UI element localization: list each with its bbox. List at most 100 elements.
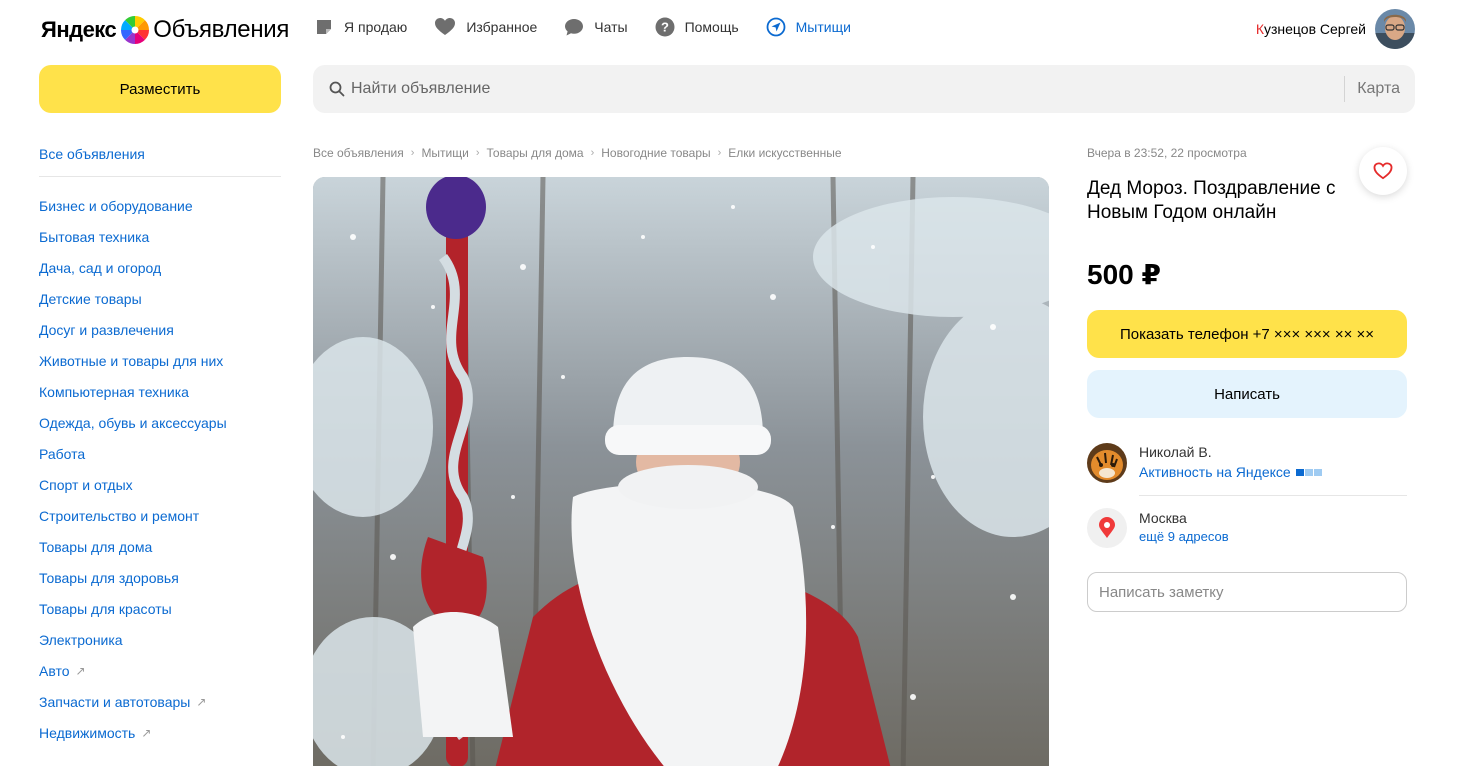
more-addresses-link[interactable]: ещё 9 адресов: [1139, 528, 1229, 546]
external-link-icon: ↗: [75, 663, 86, 678]
listing-price: 500 ₽: [1087, 259, 1161, 290]
sidebar-item-label: Компьютерная техника: [39, 383, 189, 400]
activity-bar: [1313, 468, 1322, 476]
seller-activity-link[interactable]: Активность на Яндексе: [1139, 461, 1323, 483]
sidebar-item-label: Товары для здоровья: [39, 569, 179, 586]
breadcrumb: Все объявления › Мытищи › Товары для дом…: [313, 146, 842, 160]
santa-claus-photo: [313, 177, 1049, 766]
sidebar-item[interactable]: Компьютерная техника: [39, 376, 281, 407]
seller-text: Николай В. Активность на Яндексе: [1139, 443, 1323, 495]
activity-level-icon: [1295, 468, 1323, 476]
logo-flower-icon: [121, 16, 150, 44]
user-name-rest: узнецов Сергей: [1264, 21, 1366, 37]
write-message-button[interactable]: Написать: [1087, 370, 1407, 418]
top-nav: Я продаю Избранное Чаты ? Помощь Мытищи: [314, 17, 878, 37]
nav-chats[interactable]: Чаты: [564, 17, 628, 37]
breadcrumb-item[interactable]: Мытищи: [421, 146, 468, 160]
sell-icon: [317, 20, 331, 34]
activity-bar: [1295, 468, 1304, 476]
user-avatar-image: [1375, 9, 1415, 49]
place-ad-button[interactable]: Разместить: [39, 65, 281, 113]
sidebar-item[interactable]: Дача, сад и огород: [39, 252, 281, 283]
help-icon: ?: [655, 17, 675, 37]
sidebar-item[interactable]: Бизнес и оборудование: [39, 190, 281, 221]
note-input[interactable]: [1087, 572, 1407, 612]
external-link-icon: ↗: [196, 694, 207, 709]
search-input[interactable]: [351, 65, 1345, 113]
category-list: Бизнес и оборудование Бытовая техника Да…: [39, 190, 281, 748]
sidebar-item-label: Детские товары: [39, 290, 142, 307]
heart-icon: [435, 18, 456, 35]
sidebar-item[interactable]: Электроника: [39, 624, 281, 655]
nav-favorites-label: Избранное: [466, 19, 538, 35]
sidebar-item[interactable]: Товары для здоровья: [39, 562, 281, 593]
search-divider: [1344, 76, 1346, 102]
sidebar-item-label: Досуг и развлечения: [39, 321, 174, 338]
avatar[interactable]: [1375, 9, 1415, 49]
search-icon-wrap: [313, 81, 351, 97]
sidebar-item[interactable]: Досуг и развлечения: [39, 314, 281, 345]
heart-outline-icon: [1373, 162, 1393, 180]
sidebar-item-label: Дача, сад и огород: [39, 259, 162, 276]
sidebar-item[interactable]: Работа: [39, 438, 281, 469]
sidebar-item[interactable]: Товары для дома: [39, 531, 281, 562]
sidebar-item[interactable]: Строительство и ремонт: [39, 500, 281, 531]
sidebar-item[interactable]: Бытовая техника: [39, 221, 281, 252]
sidebar-item-label: Бизнес и оборудование: [39, 197, 193, 214]
user-name-first-letter: К: [1255, 21, 1264, 37]
search-bar: Карта: [313, 65, 1415, 113]
logo[interactable]: Яндекс Объявления: [41, 14, 289, 46]
nav-chats-label: Чаты: [594, 19, 628, 35]
location-text: Москва ещё 9 адресов: [1139, 508, 1229, 548]
listing-title: Дед Мороз. Поздравление с Новым Годом он…: [1087, 178, 1336, 223]
sidebar-item[interactable]: Товары для красоты: [39, 593, 281, 624]
external-link-icon: ↗: [141, 725, 152, 740]
nav-my-sales[interactable]: Я продаю: [314, 17, 407, 37]
map-pin-icon: [1087, 508, 1127, 548]
sidebar-item-label: Товары для красоты: [39, 600, 172, 617]
sidebar-item-label: Одежда, обувь и аксессуары: [39, 414, 227, 431]
map-link[interactable]: Карта: [1357, 80, 1415, 98]
chevron-right-icon: ›: [590, 147, 595, 159]
location-city: Москва: [1139, 510, 1187, 526]
sidebar-item[interactable]: Спорт и отдых: [39, 469, 281, 500]
sidebar-item[interactable]: Запчасти и автотовары ↗: [39, 686, 281, 717]
breadcrumb-item[interactable]: Все объявления: [313, 146, 404, 160]
logo-brand: Яндекс: [41, 17, 117, 42]
sidebar-item-label: Запчасти и автотовары: [39, 693, 191, 710]
sidebar-item[interactable]: Детские товары: [39, 283, 281, 314]
header: Яндекс Объявления Я продаю Избранное Чат…: [0, 0, 1461, 60]
breadcrumb-item[interactable]: Елки искусственные: [728, 146, 841, 160]
logo-product: Объявления: [153, 16, 290, 43]
listing-photo[interactable]: [313, 177, 1049, 766]
nav-location[interactable]: Мытищи: [766, 17, 851, 37]
sidebar-item-label: Товары для дома: [39, 538, 153, 555]
seller-avatar[interactable]: [1087, 443, 1127, 483]
svg-text:?: ?: [661, 20, 669, 35]
sidebar-item[interactable]: Одежда, обувь и аксессуары: [39, 407, 281, 438]
category-sidebar: Все объявления Бизнес и оборудование Быт…: [39, 146, 281, 748]
sidebar-item-label: Животные и товары для них: [39, 352, 224, 369]
user-menu[interactable]: Кузнецов Сергей: [1256, 9, 1415, 49]
chevron-right-icon: ›: [717, 147, 722, 159]
user-name: Кузнецов Сергей: [1256, 21, 1366, 37]
favorite-button[interactable]: [1359, 147, 1407, 195]
nav-location-label: Мытищи: [795, 19, 851, 35]
chat-icon: [565, 19, 584, 36]
sidebar-item[interactable]: Недвижимость ↗: [39, 717, 281, 748]
show-phone-button[interactable]: Показать телефон +7 ××× ××× ×× ××: [1087, 310, 1407, 358]
seller-info[interactable]: Николай В. Активность на Яндексе: [1087, 443, 1407, 495]
search-icon: [329, 81, 345, 97]
sidebar-all-listings[interactable]: Все объявления: [39, 146, 281, 177]
nav-favorites[interactable]: Избранное: [434, 17, 537, 37]
divider: [1139, 495, 1407, 496]
seller-name: Николай В.: [1139, 444, 1212, 460]
sidebar-item[interactable]: Авто ↗: [39, 655, 281, 686]
breadcrumb-item[interactable]: Новогодние товары: [601, 146, 710, 160]
location-pin-icon: [1099, 517, 1115, 538]
seller-activity-label: Активность на Яндексе: [1139, 464, 1291, 480]
nav-my-sales-label: Я продаю: [344, 19, 408, 35]
breadcrumb-item[interactable]: Товары для дома: [487, 146, 584, 160]
sidebar-item[interactable]: Животные и товары для них: [39, 345, 281, 376]
nav-help[interactable]: ? Помощь: [655, 17, 739, 37]
